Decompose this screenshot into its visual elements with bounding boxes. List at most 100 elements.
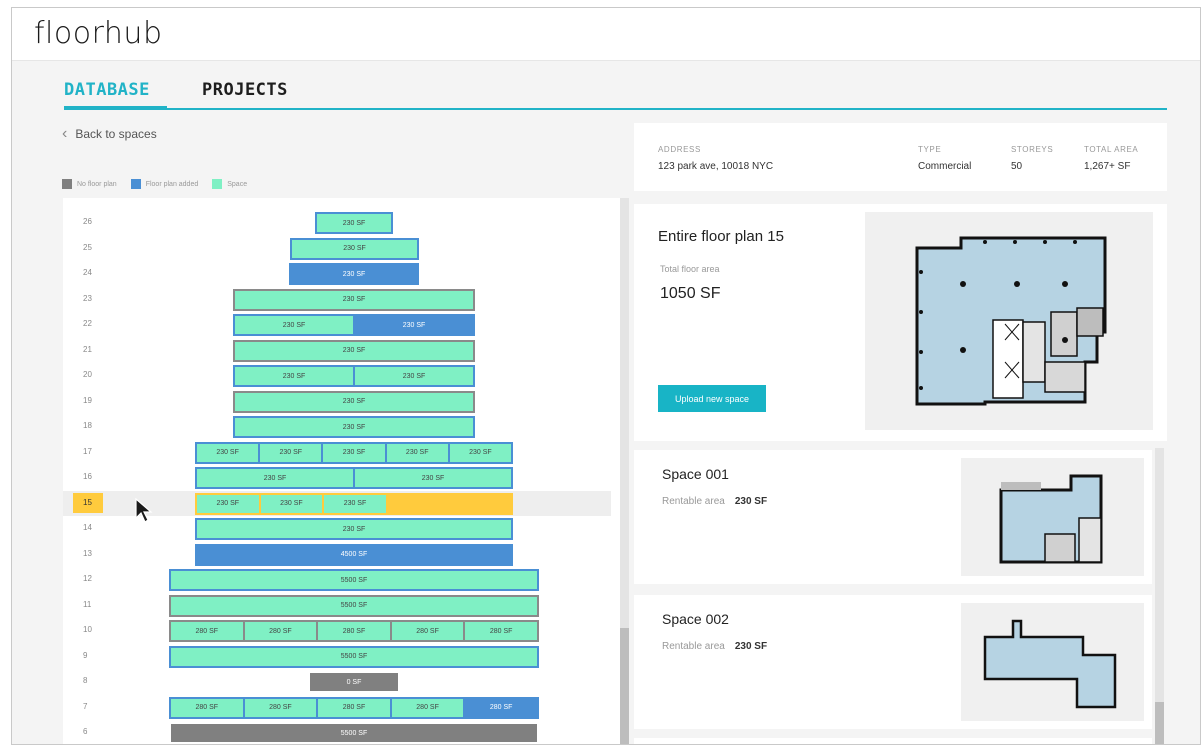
space-segment[interactable]: 280 SF (391, 698, 464, 717)
floor-number[interactable]: 17 (73, 442, 103, 462)
floor-number[interactable]: 22 (73, 314, 103, 334)
floor-block[interactable]: 280 SF 280 SF 280 SF 280 SF 280 SF (169, 696, 539, 719)
floor-block[interactable]: 5500 SF (169, 594, 539, 617)
space-segment[interactable]: 230 SF (235, 290, 473, 309)
space-segment[interactable]: 5500 SF (171, 724, 537, 742)
floor-block[interactable]: 230 SF (233, 339, 475, 362)
space-segment[interactable] (387, 494, 511, 513)
floor-number[interactable]: 13 (73, 544, 103, 564)
floor-row[interactable]: 10 280 SF 280 SF 280 SF 280 SF 280 SF (63, 618, 611, 643)
space-segment[interactable]: 280 SF (318, 622, 390, 640)
floor-number[interactable]: 11 (73, 595, 103, 615)
floor-block[interactable]: 0 SF (308, 671, 400, 693)
floor-number[interactable]: 20 (73, 365, 103, 385)
space-segment[interactable]: 230 SF (235, 341, 473, 360)
floor-number[interactable]: 18 (73, 416, 103, 436)
floor-number[interactable]: 19 (73, 391, 103, 411)
floor-row[interactable]: 16 230 SF 230 SF (63, 465, 611, 490)
floor-row[interactable]: 11 5500 SF (63, 593, 611, 618)
floor-block[interactable]: 230 SF 230 SF (233, 314, 475, 336)
floor-block[interactable]: 5500 SF (169, 569, 539, 591)
space-segment[interactable]: 280 SF (391, 622, 464, 640)
floor-row[interactable]: 8 0 SF (63, 669, 611, 694)
space-segment[interactable]: 280 SF (318, 698, 390, 717)
floor-block[interactable]: 230 SF (233, 416, 475, 438)
spaces-scrollbar[interactable] (1155, 448, 1164, 744)
floor-number[interactable]: 8 (73, 671, 103, 691)
space-segment[interactable]: 230 SF (235, 316, 353, 334)
floor-block[interactable]: 5500 SF (169, 722, 539, 744)
floor-row[interactable]: 7 280 SF 280 SF 280 SF 280 SF 280 SF (63, 695, 611, 720)
space-segment[interactable]: 230 SF (235, 418, 473, 436)
space-plan-image[interactable] (961, 458, 1144, 576)
space-segment[interactable]: 4500 SF (197, 545, 511, 564)
space-segment[interactable]: 280 SF (171, 698, 243, 717)
floor-row[interactable]: 22 230 SF 230 SF (63, 312, 611, 337)
space-segment[interactable]: 230 SF (292, 239, 417, 258)
space-segment[interactable]: 230 SF (197, 443, 259, 462)
floor-number[interactable]: 21 (73, 340, 103, 360)
space-segment[interactable]: 230 SF (355, 469, 511, 487)
floor-number[interactable]: 9 (73, 646, 103, 666)
space-segment[interactable]: 0 SF (310, 673, 398, 691)
floor-block[interactable]: 230 SF 230 SF 230 SF 230 SF 230 SF (195, 441, 513, 464)
back-to-spaces-link[interactable]: ‹ Back to spaces (62, 126, 157, 142)
space-segment[interactable]: 230 SF (355, 367, 473, 385)
floor-block[interactable]: 230 SF (195, 518, 513, 540)
space-segment[interactable]: 230 SF (235, 392, 473, 411)
floor-block[interactable]: 230 SF (233, 288, 475, 311)
space-segment[interactable]: 280 SF (244, 698, 317, 717)
space-segment[interactable]: 230 SF (235, 367, 353, 385)
floor-row[interactable]: 20 230 SF 230 SF (63, 363, 611, 388)
space-card-next[interactable] (634, 738, 1152, 744)
tab-database[interactable]: DATABASE (64, 80, 150, 100)
space-segment[interactable]: 230 SF (317, 214, 391, 232)
floor-block[interactable]: 4500 SF (195, 543, 513, 566)
floor-block[interactable]: 280 SF 280 SF 280 SF 280 SF 280 SF (169, 620, 539, 642)
space-segment[interactable]: 5500 SF (171, 571, 537, 589)
floor-block[interactable]: 230 SF (290, 237, 419, 260)
space-segment[interactable]: 280 SF (465, 698, 537, 717)
space-segment[interactable]: 280 SF (244, 622, 317, 640)
floor-block[interactable]: 230 SF (289, 263, 419, 285)
floor-block[interactable]: 230 SF (315, 212, 393, 234)
floor-number[interactable]: 26 (73, 212, 103, 232)
space-segment[interactable]: 230 SF (323, 443, 385, 462)
floor-row[interactable]: 24 230 SF (63, 261, 611, 286)
floor-block[interactable]: 5500 SF (169, 645, 539, 668)
floor-number[interactable]: 16 (73, 467, 103, 487)
floor-row[interactable]: 23 230 SF (63, 287, 611, 312)
space-card-002[interactable]: Space 002 Rentable area 230 SF (634, 595, 1152, 729)
space-segment[interactable]: 5500 SF (171, 647, 537, 666)
space-segment[interactable]: 230 SF (260, 443, 322, 462)
floor-plan-image[interactable] (865, 212, 1153, 430)
floor-block[interactable]: 230 SF 230 SF 230 SF (195, 492, 513, 515)
floor-row[interactable]: 9 5500 SF (63, 644, 611, 669)
floor-number[interactable]: 7 (73, 697, 103, 717)
floor-number[interactable]: 24 (73, 263, 103, 283)
floor-row[interactable]: 26 230 SF (63, 210, 611, 235)
floor-row[interactable]: 18 230 SF (63, 414, 611, 439)
floor-block[interactable]: 230 SF 230 SF (233, 365, 475, 387)
floor-number[interactable]: 10 (73, 620, 103, 640)
space-segment[interactable]: 230 SF (355, 316, 473, 334)
space-segment[interactable]: 230 SF (197, 520, 511, 538)
floor-block[interactable]: 230 SF (233, 390, 475, 413)
space-segment[interactable]: 230 SF (449, 443, 512, 462)
floor-row[interactable]: 17 230 SF 230 SF 230 SF 230 SF 230 SF (63, 440, 611, 465)
floor-number[interactable]: 25 (73, 238, 103, 258)
floor-row[interactable]: 6 5500 SF (63, 720, 611, 744)
spaces-scrollbar-thumb[interactable] (1155, 702, 1164, 744)
space-segment[interactable]: 230 SF (386, 443, 448, 462)
floor-number[interactable]: 12 (73, 569, 103, 589)
space-segment[interactable]: 230 SF (291, 265, 417, 283)
floor-block[interactable]: 230 SF 230 SF (195, 467, 513, 489)
app-logo[interactable]: floorhub (34, 16, 162, 51)
space-segment[interactable]: 280 SF (171, 622, 243, 640)
space-plan-image[interactable] (961, 603, 1144, 721)
floor-number[interactable]: 6 (73, 722, 103, 742)
upload-new-space-button[interactable]: Upload new space (658, 385, 766, 412)
floor-number[interactable]: 14 (73, 518, 103, 538)
tab-projects[interactable]: PROJECTS (202, 80, 288, 100)
space-segment[interactable]: 230 SF (197, 469, 353, 487)
